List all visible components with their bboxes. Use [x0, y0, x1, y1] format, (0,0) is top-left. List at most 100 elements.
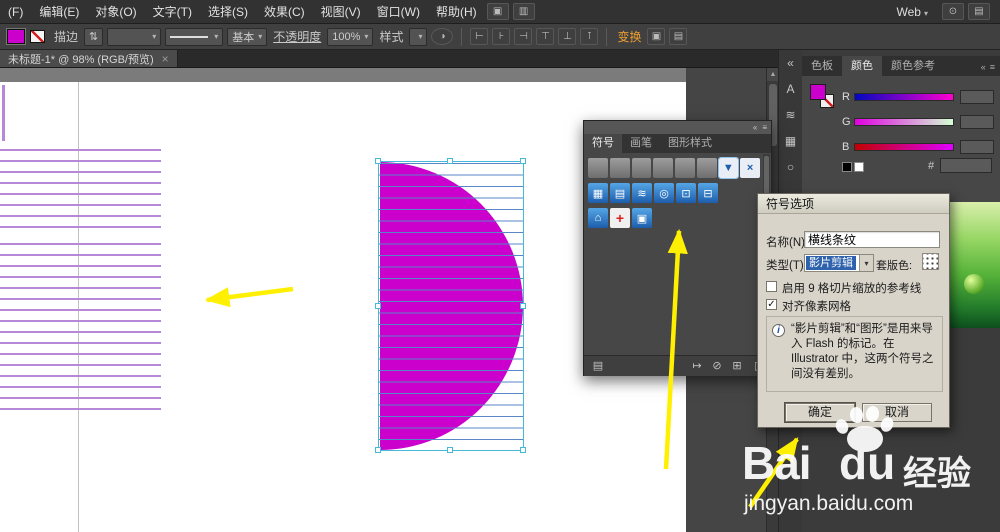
- menu-object[interactable]: 对象(O): [87, 0, 144, 24]
- registration-point-selector[interactable]: [922, 253, 939, 270]
- align-center-icon[interactable]: ⊦: [492, 28, 511, 45]
- web-bar-symbol-3[interactable]: [631, 158, 652, 178]
- align-left-icon[interactable]: ⊢: [470, 28, 489, 45]
- web-bar-symbol-6[interactable]: [696, 158, 717, 178]
- selection-handle[interactable]: [520, 158, 526, 164]
- character-panel-icon[interactable]: A: [781, 80, 801, 99]
- symbol-type-dropdown[interactable]: 影片剪辑 ▾: [804, 254, 874, 272]
- selection-box[interactable]: [378, 161, 524, 451]
- selection-handle[interactable]: [520, 447, 526, 453]
- expand-dock-icon[interactable]: «: [781, 54, 801, 73]
- hex-value-field[interactable]: [940, 158, 992, 173]
- channel-value-field[interactable]: [960, 89, 994, 104]
- table-symbol[interactable]: ▦: [588, 183, 608, 203]
- stroke-panel-icon[interactable]: ≋: [781, 106, 801, 125]
- document-tab[interactable]: 未标题-1* @ 98% (RGB/预览) ×: [0, 50, 178, 67]
- cancel-button[interactable]: 取消: [862, 403, 932, 422]
- tab-swatches[interactable]: 色板: [802, 56, 842, 76]
- menu-help[interactable]: 帮助(H): [428, 0, 485, 24]
- tab-graphic-styles[interactable]: 图形样式: [660, 134, 720, 153]
- tab-brushes[interactable]: 画笔: [622, 134, 660, 153]
- opacity-dropdown[interactable]: 100% ▾: [327, 27, 374, 46]
- cart-symbol[interactable]: ⊟: [698, 183, 718, 203]
- channel-slider[interactable]: [854, 117, 954, 126]
- align-top-icon[interactable]: ⊤: [536, 28, 555, 45]
- menu-view[interactable]: 视图(V): [313, 0, 369, 24]
- medical-symbol[interactable]: +: [610, 208, 630, 228]
- printer-symbol[interactable]: ▣: [632, 208, 652, 228]
- search-symbol[interactable]: ◎: [654, 183, 674, 203]
- black-swatch[interactable]: [842, 162, 852, 172]
- channel-slider[interactable]: [854, 92, 954, 101]
- web-bar-symbol-4[interactable]: [653, 158, 673, 178]
- menu-effect[interactable]: 效果(C): [256, 0, 313, 24]
- stripe-artwork-edge[interactable]: [2, 85, 5, 141]
- symbol-name-input[interactable]: [804, 231, 940, 248]
- close-button-symbol[interactable]: ×: [740, 158, 760, 178]
- selection-handle[interactable]: [520, 303, 526, 309]
- align-middle-icon[interactable]: ⊥: [558, 28, 577, 45]
- ok-button[interactable]: 确定: [785, 403, 855, 422]
- options-icon[interactable]: ▤: [669, 28, 688, 45]
- collapse-panels-icon[interactable]: «: [981, 62, 986, 72]
- variable-width-profile-dropdown[interactable]: ▾: [165, 27, 224, 46]
- monitor-symbol[interactable]: ⊡: [676, 183, 696, 203]
- nine-slice-checkbox[interactable]: [766, 281, 777, 292]
- selection-handle[interactable]: [375, 447, 381, 453]
- appearance-panel-icon[interactable]: ○: [781, 158, 801, 177]
- home-symbol[interactable]: ⌂: [588, 208, 608, 228]
- calendar-symbol[interactable]: ▤: [610, 183, 630, 203]
- rss-symbol[interactable]: ≋: [632, 183, 652, 203]
- web-bar-symbol-2[interactable]: [609, 158, 630, 178]
- white-swatch[interactable]: [854, 162, 864, 172]
- channel-slider[interactable]: [854, 142, 954, 151]
- stripes-artwork-lower[interactable]: [0, 243, 161, 413]
- symbol-library-icon[interactable]: ▤: [590, 358, 606, 374]
- search-icon[interactable]: ⊙: [942, 3, 964, 20]
- close-tab-icon[interactable]: ×: [162, 52, 169, 66]
- fill-proxy-swatch[interactable]: [810, 84, 826, 100]
- align-right-icon[interactable]: ⊣: [514, 28, 533, 45]
- bridge-icon[interactable]: ▣: [486, 3, 509, 20]
- stripes-artwork-upper[interactable]: [0, 149, 161, 234]
- place-symbol-icon[interactable]: ↦: [689, 358, 705, 374]
- recolor-artwork-icon[interactable]: ◑: [431, 28, 454, 45]
- new-symbol-icon[interactable]: ⊞: [729, 358, 745, 374]
- color-spectrum[interactable]: [948, 202, 1000, 328]
- dropdown-button-symbol[interactable]: ▼: [717, 157, 740, 179]
- collapse-panel-icon[interactable]: «: [753, 121, 757, 134]
- fill-color-swatch[interactable]: [6, 28, 26, 45]
- tab-symbols[interactable]: 符号: [584, 134, 622, 153]
- symbols-panel-header[interactable]: «≡: [584, 121, 771, 134]
- cs-live-icon[interactable]: ▤: [968, 3, 990, 20]
- align-bottom-icon[interactable]: ⊺: [580, 28, 599, 45]
- web-bar-symbol-5[interactable]: [675, 158, 695, 178]
- brush-definition-dropdown[interactable]: 基本 ▾: [227, 27, 268, 46]
- panel-menu-icon[interactable]: ≡: [762, 121, 767, 134]
- stroke-weight-stepper[interactable]: ⇅: [84, 27, 104, 46]
- selection-handle[interactable]: [375, 158, 381, 164]
- transform-link[interactable]: 变换: [617, 28, 641, 45]
- channel-value-field[interactable]: [960, 139, 994, 154]
- swatches-panel-icon[interactable]: ▦: [781, 132, 801, 151]
- selection-handle[interactable]: [375, 303, 381, 309]
- selection-handle[interactable]: [447, 158, 453, 164]
- color-panel-menu-icon[interactable]: ≡: [990, 62, 995, 72]
- workspace-switcher[interactable]: Web ▾: [889, 5, 936, 19]
- channel-value-field[interactable]: [960, 114, 994, 129]
- selection-handle[interactable]: [447, 447, 453, 453]
- dialog-title[interactable]: 符号选项: [758, 194, 949, 214]
- pixel-grid-checkbox[interactable]: ✓: [766, 299, 777, 310]
- menu-file[interactable]: (F): [0, 0, 31, 24]
- menu-edit[interactable]: 编辑(E): [31, 0, 87, 24]
- stroke-color-swatch[interactable]: [30, 30, 45, 43]
- chevron-down-icon[interactable]: ▾: [859, 255, 873, 271]
- stroke-weight-dropdown[interactable]: ▾: [107, 27, 162, 46]
- menu-type[interactable]: 文字(T): [145, 0, 200, 24]
- style-dropdown[interactable]: ▾: [409, 27, 428, 46]
- arrange-documents-icon[interactable]: ▥: [512, 3, 535, 20]
- menu-select[interactable]: 选择(S): [200, 0, 256, 24]
- web-bar-symbol-1[interactable]: [588, 158, 608, 178]
- break-link-icon[interactable]: ⊘: [709, 358, 725, 374]
- tab-color-guide[interactable]: 颜色参考: [882, 56, 944, 76]
